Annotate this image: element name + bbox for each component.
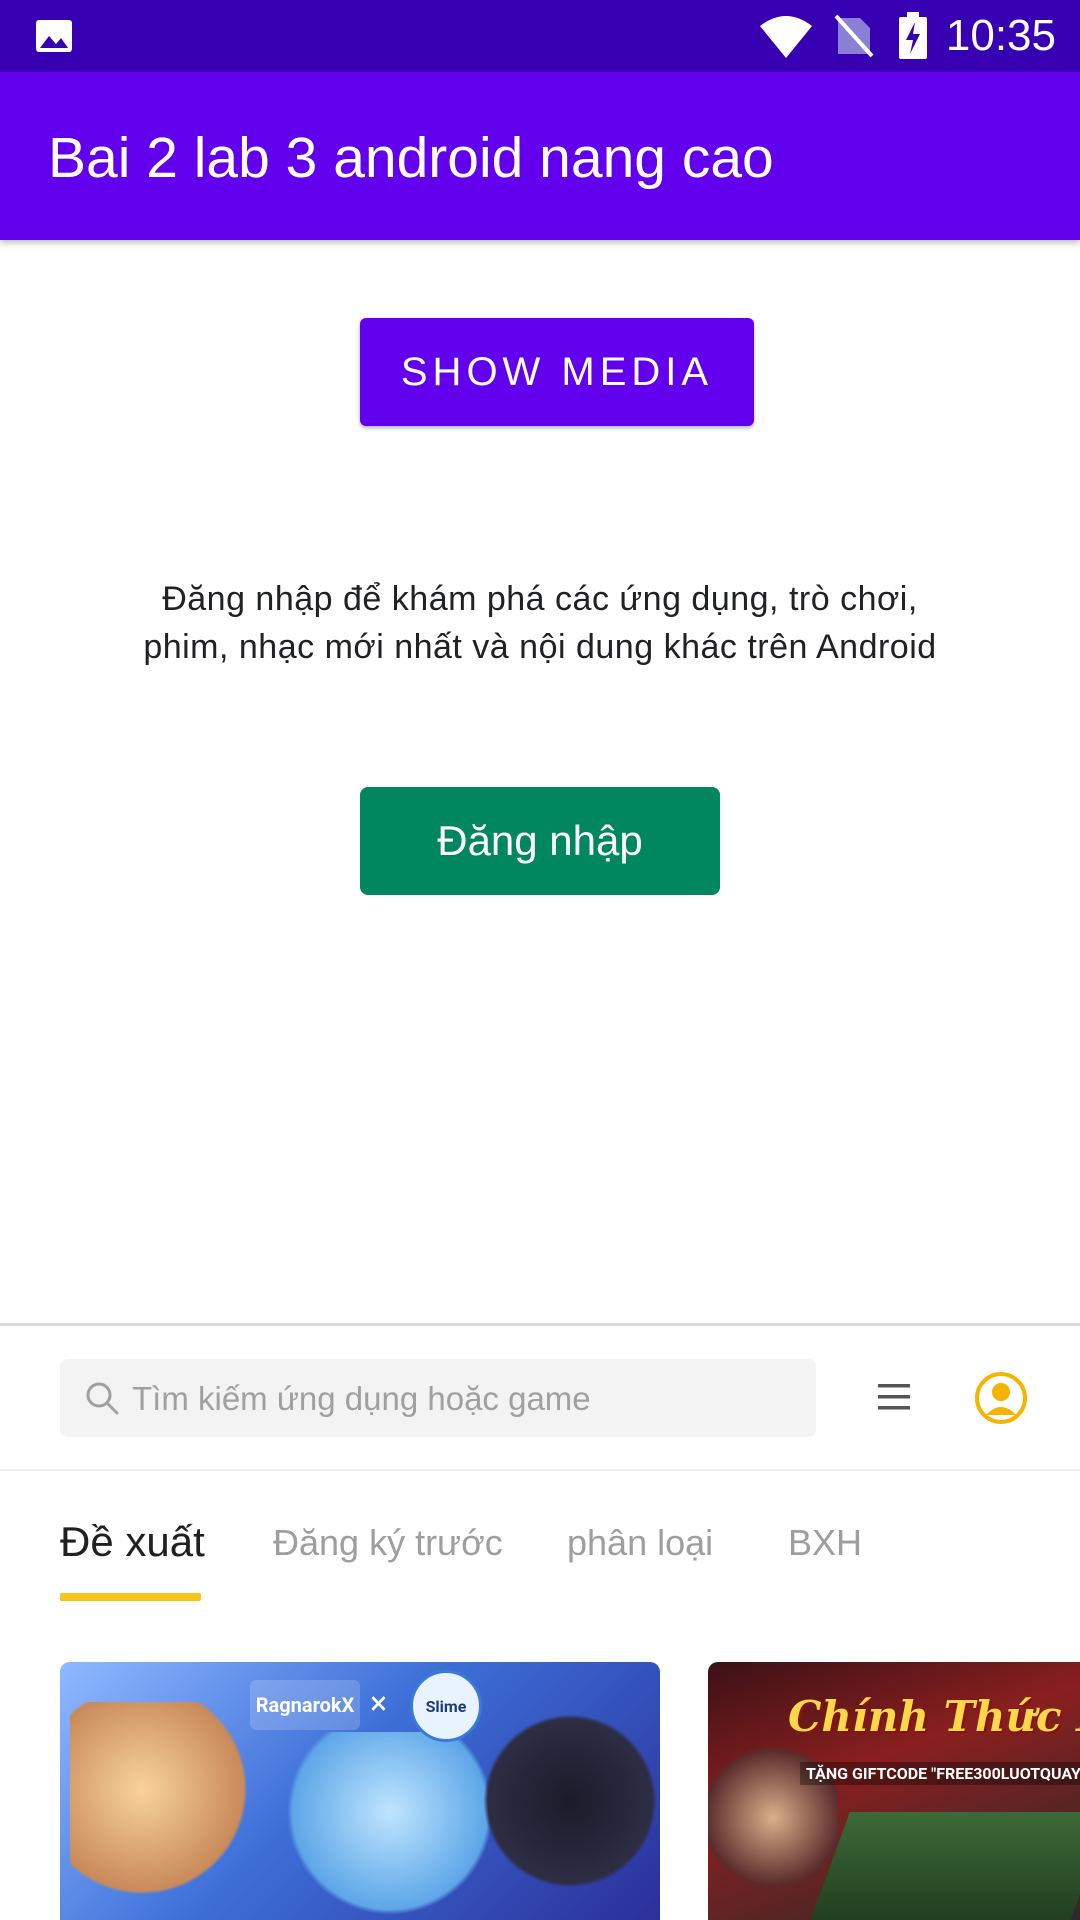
status-bar: 10:35 — [0, 0, 1080, 72]
card-art — [480, 1682, 660, 1920]
card-art — [708, 1732, 838, 1920]
header-divider — [0, 1469, 1080, 1471]
no-sim-icon — [834, 14, 874, 62]
wifi-icon — [758, 14, 814, 62]
search-icon — [84, 1380, 120, 1420]
card-logo: RagnarokX — [250, 1680, 360, 1730]
login-button[interactable]: Đăng nhập — [360, 787, 720, 895]
battery-charging-icon — [898, 12, 928, 64]
card-sub-text: TẶNG GIFTCODE "FREE300LUOTQUAY" — [800, 1762, 1080, 1785]
signin-prompt-line2: phim, nhạc mới nhất và nội dung khác trê… — [143, 628, 937, 666]
menu-icon[interactable] — [876, 1381, 912, 1417]
signin-prompt-line1: Đăng nhập để khám phá các ứng dụng, trò … — [162, 580, 918, 618]
card-slime-logo: Slime — [410, 1670, 482, 1742]
tab-preregister[interactable]: Đăng ký trước — [273, 1522, 503, 1564]
search-box[interactable] — [60, 1359, 816, 1439]
webview-divider — [0, 1323, 1080, 1326]
signin-prompt: Đăng nhập để khám phá các ứng dụng, trò … — [60, 575, 1020, 671]
card-art — [806, 1812, 1080, 1920]
app-title: Bai 2 lab 3 android nang cao — [48, 126, 774, 190]
card-cross: × — [370, 1684, 388, 1722]
tab-recommended[interactable]: Đề xuất — [60, 1518, 205, 1566]
show-media-button[interactable]: SHOW MEDIA — [360, 318, 754, 426]
app-bar: Bai 2 lab 3 android nang cao — [0, 72, 1080, 240]
tab-indicator — [60, 1593, 201, 1601]
tab-categories[interactable]: phân loại — [567, 1522, 713, 1564]
gallery-icon — [34, 18, 74, 58]
featured-card-2[interactable]: Chính Thức Ra M TẶNG GIFTCODE "FREE300LU… — [708, 1662, 1080, 1920]
tab-rankings[interactable]: BXH — [788, 1522, 862, 1564]
category-tabs: Đề xuất Đăng ký trước phân loại BXH — [0, 1500, 1080, 1610]
card-banner-text: Chính Thức Ra M — [788, 1692, 1080, 1741]
search-input[interactable] — [130, 1359, 794, 1439]
featured-card-1[interactable]: RagnarokX × Slime — [60, 1662, 660, 1920]
card-art — [70, 1702, 250, 1920]
status-time: 10:35 — [945, 11, 1056, 60]
account-icon[interactable] — [974, 1371, 1028, 1429]
